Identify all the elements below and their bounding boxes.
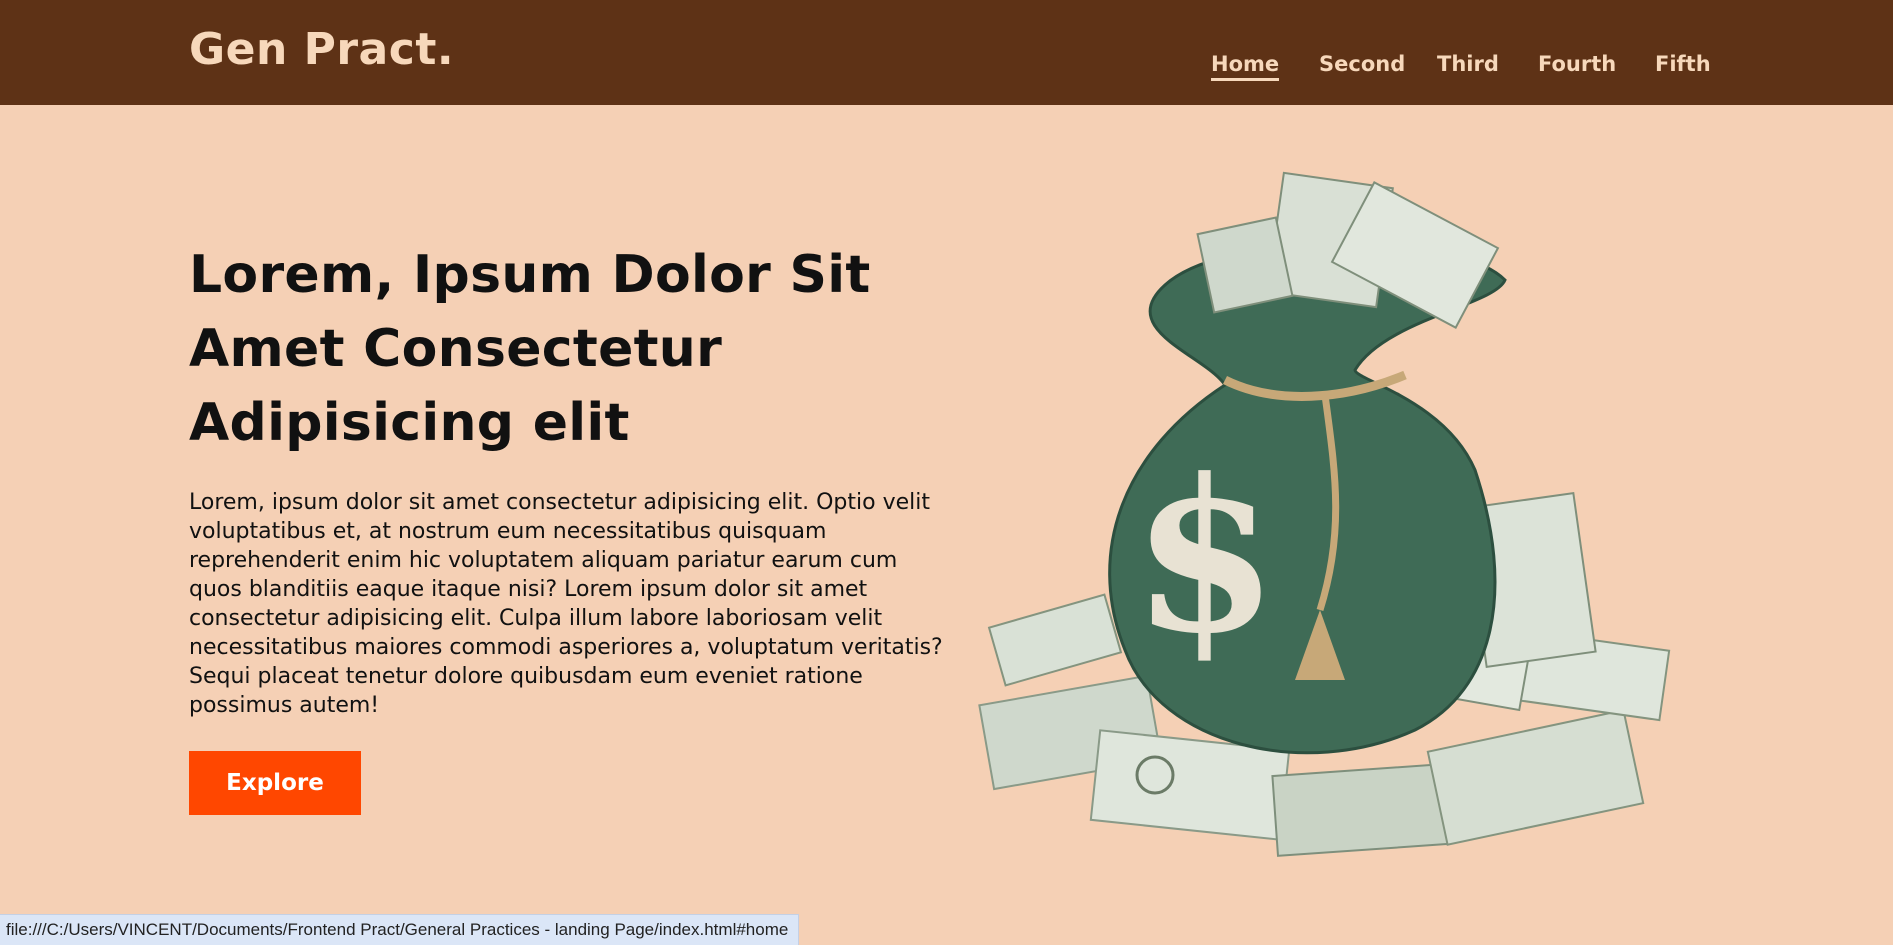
nav-links: Home Second Third Fourth Fifth (0, 52, 1893, 92)
nav-home[interactable]: Home (1211, 52, 1280, 81)
explore-button[interactable]: Explore (189, 751, 361, 815)
nav-fifth[interactable]: Fifth (1655, 52, 1711, 76)
nav-fourth[interactable]: Fourth (1538, 52, 1616, 76)
nav-second[interactable]: Second (1319, 52, 1405, 76)
hero-text: Lorem, ipsum dolor sit amet consectetur … (189, 490, 943, 718)
dollar-icon: $ (1132, 433, 1278, 680)
navbar: Gen Pract. Home Second Third Fourth Fift… (0, 0, 1893, 105)
status-bar-url: file:///C:/Users/VINCENT/Documents/Front… (0, 914, 800, 945)
hero-title: Lorem, Ipsum Dolor Sit Amet Consectetur … (189, 245, 871, 453)
money-bag-image: $ (978, 171, 1671, 857)
nav-third[interactable]: Third (1437, 52, 1499, 76)
